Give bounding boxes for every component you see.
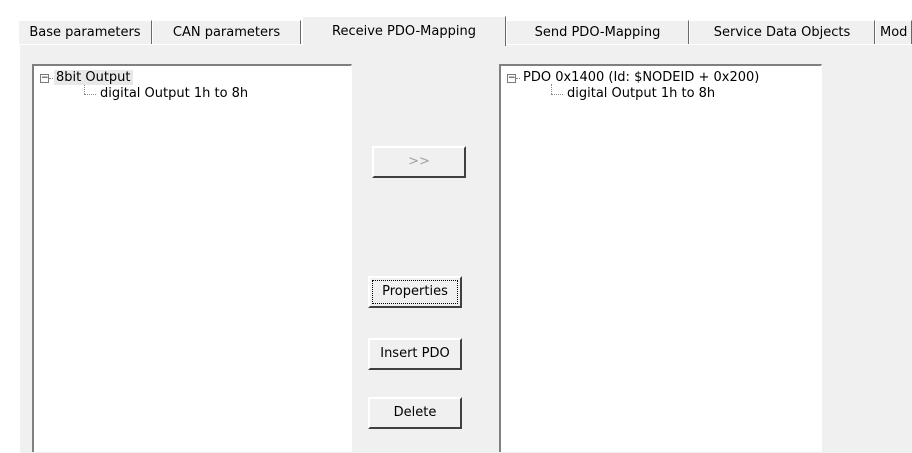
- tree-node-digital-output[interactable]: digital Output 1h to 8h: [98, 85, 250, 103]
- tree-node-label: PDO 0x1400 (Id: $NODEID + 0x200): [523, 70, 760, 85]
- tab-can-parameters[interactable]: CAN parameters: [152, 20, 301, 44]
- properties-button[interactable]: Properties: [368, 276, 462, 308]
- add-mapping-button[interactable]: >>: [372, 146, 466, 178]
- tab-mod[interactable]: Mod: [875, 20, 912, 44]
- minus-box-icon[interactable]: −: [507, 74, 516, 83]
- insert-pdo-button[interactable]: Insert PDO: [368, 338, 462, 370]
- tab-strip: Base parameters CAN parameters Send PDO-…: [0, 0, 912, 46]
- tab-base-parameters[interactable]: Base parameters: [18, 20, 152, 44]
- tab-service-data-objects[interactable]: Service Data Objects: [689, 20, 875, 44]
- tree-node-label: digital Output 1h to 8h: [567, 86, 716, 101]
- available-objects-tree[interactable]: − 8bit Output digital Output 1h to 8h: [32, 64, 352, 452]
- tab-send-pdo-mapping[interactable]: Send PDO-Mapping: [506, 20, 689, 44]
- delete-button[interactable]: Delete: [368, 397, 462, 429]
- tree-node-label: digital Output 1h to 8h: [100, 86, 249, 101]
- mapped-pdo-tree[interactable]: − PDO 0x1400 (Id: $NODEID + 0x200) digit…: [499, 64, 822, 452]
- minus-box-icon[interactable]: −: [40, 74, 49, 83]
- tree-node-label: 8bit Output: [54, 70, 133, 85]
- tab-receive-pdo-mapping[interactable]: Receive PDO-Mapping: [302, 16, 506, 46]
- tree-node-digital-output[interactable]: digital Output 1h to 8h: [565, 85, 717, 103]
